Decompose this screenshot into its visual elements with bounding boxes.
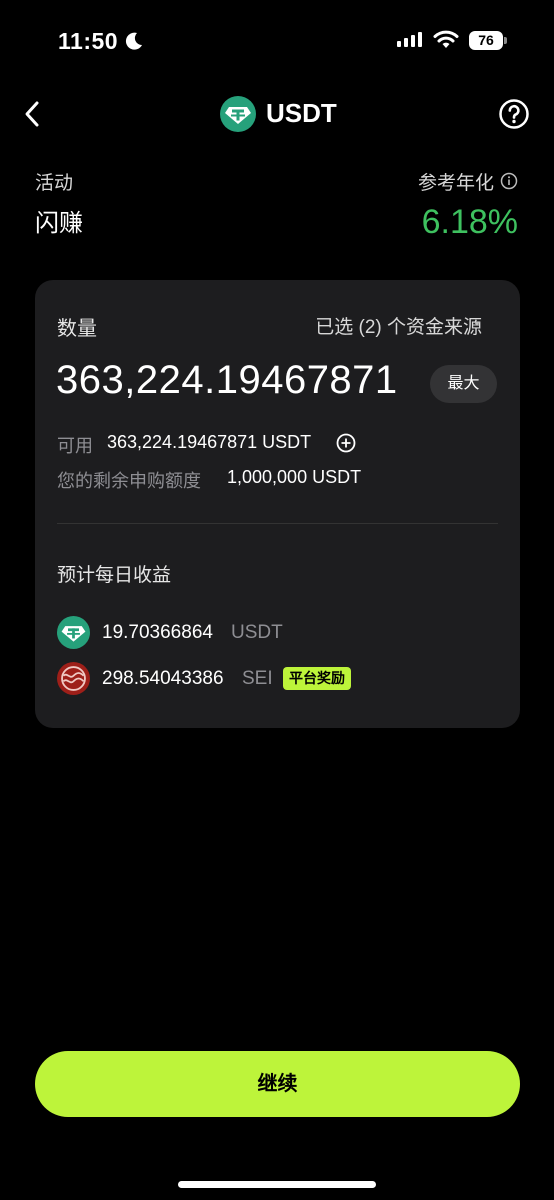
subscription-card <box>35 280 520 728</box>
info-icon[interactable] <box>500 172 518 190</box>
moon-icon <box>125 32 142 50</box>
reward-amount: 298.54043386 <box>102 668 224 689</box>
reward-unit: USDT <box>231 622 283 643</box>
help-icon[interactable] <box>498 98 530 130</box>
usdt-icon <box>57 616 90 649</box>
max-button[interactable]: 最大 <box>430 365 497 403</box>
apr-label: 参考年化 <box>417 173 494 194</box>
available-value: 363,224.19467871 USDT <box>107 432 312 452</box>
continue-button[interactable]: 继续 <box>35 1051 520 1117</box>
page-title: USDT <box>266 98 337 128</box>
reward-unit: SEI <box>242 668 273 689</box>
platform-reward-badge: 平台奖励 <box>283 667 351 690</box>
estimated-earnings-label: 预计每日收益 <box>57 565 172 586</box>
status-time: 11:50 <box>58 28 119 54</box>
battery-level: 76 <box>469 31 503 50</box>
cellular-signal-icon <box>397 31 422 47</box>
quota-value: 1,000,000 USDT <box>227 467 362 487</box>
fund-source-select[interactable]: 已选 (2) 个资金来源 <box>315 312 482 339</box>
apr-value: 6.18% <box>421 203 518 241</box>
caret-down-icon[interactable] <box>472 320 482 328</box>
wifi-icon <box>433 30 459 48</box>
available-label: 可用 <box>57 436 93 456</box>
activity-value: 闪赚 <box>35 210 83 237</box>
quota-label: 您的剩余申购额度 <box>57 471 201 491</box>
usdt-icon <box>220 96 256 132</box>
battery-icon: 76 <box>469 31 507 50</box>
back-icon[interactable] <box>22 100 42 128</box>
quantity-label: 数量 <box>57 318 97 340</box>
add-circle-icon[interactable] <box>336 433 356 453</box>
reward-amount: 19.70366864 <box>102 622 213 643</box>
activity-label: 活动 <box>35 173 74 194</box>
home-indicator <box>178 1181 376 1188</box>
amount-input[interactable]: 363,224.19467871 <box>56 358 398 403</box>
sei-icon <box>57 662 90 695</box>
divider <box>57 523 498 524</box>
